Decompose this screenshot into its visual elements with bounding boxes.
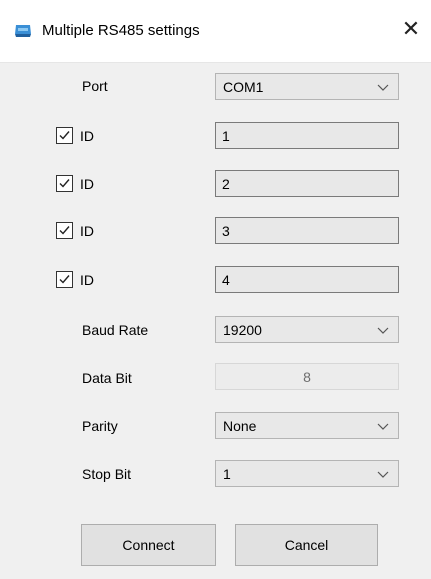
id-3-value: 3 [222,223,230,239]
stop-bit-value: 1 [223,466,231,482]
title-bar: Multiple RS485 settings ✕ [0,0,431,63]
id-1-checkbox[interactable] [56,127,73,144]
port-value: COM1 [223,79,264,95]
baud-rate-dropdown[interactable]: 19200 [215,316,399,343]
checkmark-icon [59,226,70,235]
cancel-button[interactable]: Cancel [235,524,378,566]
id-2-label: ID [80,176,94,192]
id-4-label: ID [80,272,94,288]
chevron-down-icon [377,423,389,430]
baud-rate-label: Baud Rate [82,322,149,338]
baud-rate-value: 19200 [223,322,262,338]
port-dropdown[interactable]: COM1 [215,73,399,100]
id-1-value: 1 [222,128,230,144]
id-3-input[interactable]: 3 [215,217,399,244]
port-label: Port [82,78,108,94]
id-4-input[interactable]: 4 [215,266,399,293]
chevron-down-icon [377,471,389,478]
data-bit-label: Data Bit [82,370,132,386]
data-bit-input: 8 [215,363,399,390]
stop-bit-dropdown[interactable]: 1 [215,460,399,487]
stop-bit-label: Stop Bit [82,466,132,482]
serial-port-icon [12,22,34,40]
checkmark-icon [59,131,70,140]
window-title: Multiple RS485 settings [42,22,200,39]
chevron-down-icon [377,327,389,334]
id-2-checkbox[interactable] [56,175,73,192]
parity-value: None [223,418,257,434]
chevron-down-icon [377,84,389,91]
id-3-checkbox[interactable] [56,222,73,239]
checkmark-icon [59,275,70,284]
id-4-checkbox[interactable] [56,271,73,288]
id-1-label: ID [80,128,94,144]
id-3-label: ID [80,223,94,239]
id-4-value: 4 [222,272,230,288]
id-2-input[interactable]: 2 [215,170,399,197]
parity-label: Parity [82,418,118,434]
close-icon[interactable]: ✕ [391,10,431,50]
id-2-value: 2 [222,176,230,192]
connect-button[interactable]: Connect [81,524,216,566]
data-bit-value: 8 [303,369,311,385]
id-1-input[interactable]: 1 [215,122,399,149]
checkmark-icon [59,179,70,188]
parity-dropdown[interactable]: None [215,412,399,439]
